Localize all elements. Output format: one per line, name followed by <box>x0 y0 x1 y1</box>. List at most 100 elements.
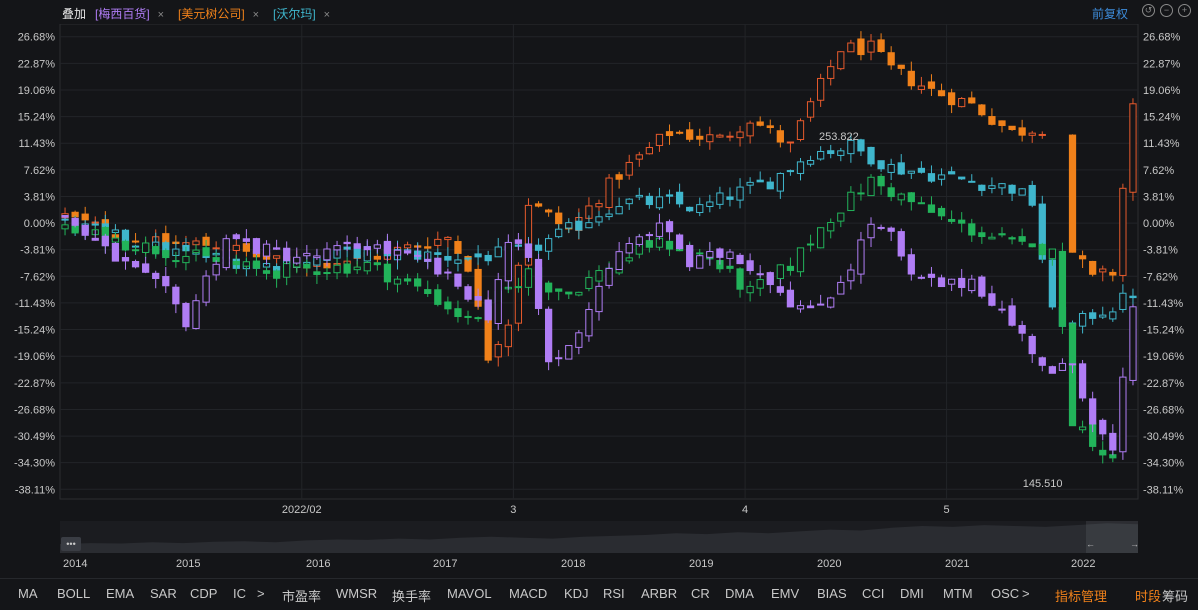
candle-body <box>1018 127 1026 136</box>
y-tick-label-left: 7.62% <box>24 165 55 177</box>
candle-body <box>1099 268 1107 273</box>
indicator-tab[interactable]: IC <box>233 586 246 601</box>
candle-body <box>806 101 815 118</box>
candle-body <box>121 257 130 262</box>
candle-body <box>817 303 825 306</box>
candle-body <box>1078 255 1087 260</box>
navigator-handle[interactable]: ••• <box>61 537 81 551</box>
indicator-tab[interactable]: DMA <box>725 586 754 601</box>
timeframe-button[interactable]: 时段 <box>1135 586 1161 605</box>
candle-body <box>927 273 936 278</box>
candle-body <box>464 257 472 260</box>
indicator-tab[interactable]: EMA <box>106 586 134 601</box>
candle-body <box>907 170 915 174</box>
candle-body <box>786 265 795 271</box>
candle-body <box>393 249 402 256</box>
candle-body <box>1078 313 1087 327</box>
candle-body <box>877 226 885 229</box>
price-adjust-button[interactable]: 前复权 <box>1092 5 1128 22</box>
candle-body <box>1058 362 1067 371</box>
indicator-tab[interactable]: EMV <box>771 586 799 601</box>
overlay-tag-walmart[interactable]: [沃尔玛] × <box>273 5 330 22</box>
indicator-tab[interactable]: MACD <box>509 586 547 601</box>
y-tick-label-left: -15.24% <box>14 325 55 337</box>
candle-body <box>1058 250 1067 327</box>
candle-body <box>776 264 784 280</box>
indicator-tab[interactable]: 市盈率 <box>282 586 321 605</box>
tag-label: [梅西百货] <box>95 7 150 21</box>
candle-body <box>333 264 341 274</box>
y-tick-label-right: -3.81% <box>1143 245 1178 257</box>
y-tick-label-right: -34.30% <box>1143 458 1184 470</box>
candle-body <box>272 255 281 259</box>
candle-body <box>988 293 996 306</box>
indicator-manage-button[interactable]: 指标管理 <box>1055 586 1107 605</box>
indicator-tab[interactable]: OSC <box>991 586 1019 601</box>
chips-button[interactable]: 筹码 <box>1162 586 1188 605</box>
candle-body <box>796 305 805 310</box>
indicator-tab[interactable]: SAR <box>150 586 177 601</box>
tag-label: [美元树公司] <box>178 7 245 21</box>
annotation-label: 253.822 <box>819 131 859 143</box>
indicator-tab[interactable]: DMI <box>900 586 924 601</box>
y-tick-label-left: -34.30% <box>14 458 55 470</box>
candle-body <box>817 150 825 160</box>
candle-body <box>665 194 674 197</box>
candle-body <box>61 224 69 230</box>
indicator-tab[interactable]: MAVOL <box>447 586 492 601</box>
candle-body <box>706 134 714 143</box>
close-icon[interactable]: × <box>158 9 164 21</box>
chevron-right-icon[interactable]: > <box>1022 586 1030 601</box>
indicator-tab[interactable]: CDP <box>190 586 217 601</box>
indicator-tab[interactable]: BOLL <box>57 586 90 601</box>
candle-body <box>887 227 895 232</box>
arrow-left-icon[interactable]: ← <box>1086 539 1095 549</box>
candle-body <box>867 223 875 239</box>
candle-body <box>1078 363 1087 399</box>
candle-body <box>837 281 845 295</box>
candle-body <box>222 238 230 269</box>
indicator-tab[interactable]: MA <box>18 586 38 601</box>
y-axis-left: 26.68% 22.87% 19.06% 15.24% 11.43% 7.62% 3.81%… <box>14 32 55 497</box>
y-tick-label-left: -3.81% <box>20 245 55 257</box>
x-tick-label: 4 <box>742 504 748 516</box>
candlestick-chart[interactable]: 26.68% 22.87% 19.06% 15.24% 11.43% 7.62% 3.81%… <box>0 24 1198 519</box>
candle-body <box>726 251 734 259</box>
overlay-tag-dollar-tree[interactable]: [美元树公司] × <box>178 5 259 22</box>
candle-body <box>313 271 321 275</box>
candle-body <box>756 179 764 183</box>
indicator-tab[interactable]: BIAS <box>817 586 847 601</box>
candle-body <box>968 180 976 183</box>
close-icon[interactable]: × <box>324 9 330 21</box>
indicator-tab[interactable]: MTM <box>943 586 973 601</box>
candle-body <box>494 246 502 258</box>
candle-body <box>1119 187 1127 276</box>
indicator-tab[interactable]: RSI <box>603 586 625 601</box>
close-icon[interactable]: × <box>253 9 259 21</box>
candle-body <box>675 131 684 134</box>
indicator-tab[interactable]: 换手率 <box>392 586 431 605</box>
candle-body <box>937 174 946 180</box>
zoom-in-icon[interactable]: + <box>1178 4 1191 17</box>
indicator-tab[interactable]: CR <box>691 586 710 601</box>
indicator-tab[interactable]: KDJ <box>564 586 589 601</box>
zoom-out-icon[interactable]: − <box>1160 4 1173 17</box>
y-tick-label-right: 3.81% <box>1143 191 1174 203</box>
candle-body <box>605 213 613 218</box>
indicator-tab[interactable]: CCI <box>862 586 884 601</box>
time-navigator[interactable]: ••• ← → 2014 2015 2016 2017 2018 2019 20… <box>60 521 1139 570</box>
candle-body <box>585 222 593 229</box>
undo-icon[interactable]: ↺ <box>1142 4 1155 17</box>
nav-year: 2018 <box>561 558 586 570</box>
chevron-right-icon[interactable]: > <box>257 586 265 601</box>
candle-body <box>1109 311 1117 320</box>
indicator-tab[interactable]: WMSR <box>336 586 377 601</box>
candle-body <box>585 277 593 289</box>
indicator-tab[interactable]: ARBR <box>641 586 677 601</box>
candle-body <box>1109 432 1117 451</box>
overlay-label: 叠加 <box>62 7 87 21</box>
arrow-right-icon[interactable]: → <box>1130 539 1139 549</box>
candle-body <box>857 38 865 56</box>
overlay-tag-macys[interactable]: [梅西百货] × <box>95 5 164 22</box>
y-axis-right: 26.68% 22.87% 19.06% 15.24% 11.43% 7.62% 3.81%… <box>1143 32 1184 497</box>
